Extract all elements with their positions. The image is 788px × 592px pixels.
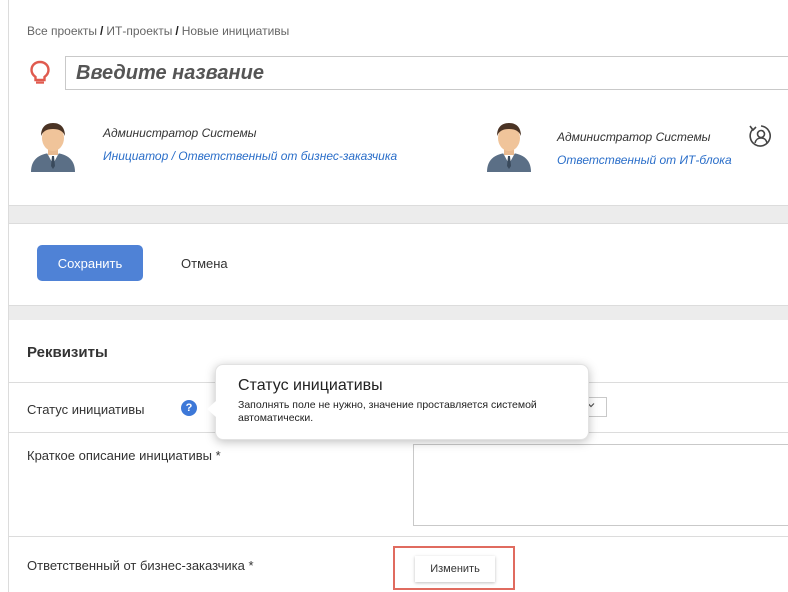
breadcrumb: Все проекты / ИТ-проекты / Новые инициативы — [27, 24, 289, 38]
it-owner-card: Администратор Системы Ответственный от И… — [483, 118, 732, 172]
initiator-role-link[interactable]: Инициатор / Ответственный от бизнес-зака… — [103, 149, 397, 163]
status-tooltip: Статус инициативы Заполнять поле не нужн… — [207, 364, 589, 440]
avatar — [487, 123, 531, 172]
divider — [9, 536, 788, 537]
save-button[interactable]: Сохранить — [37, 245, 143, 281]
section-gap — [9, 306, 788, 320]
initiative-title-input[interactable] — [65, 56, 788, 90]
tooltip-text: Заполнять поле не нужно, значение проста… — [238, 399, 537, 424]
section-gap — [9, 206, 788, 224]
short-description-field[interactable] — [413, 444, 788, 526]
breadcrumb-all-projects[interactable]: Все проекты — [27, 24, 97, 38]
tooltip-title: Статус инициативы — [238, 377, 383, 394]
it-owner-role-link[interactable]: Ответственный от ИТ-блока — [557, 153, 732, 167]
lightbulb-icon — [30, 60, 50, 84]
question-icon[interactable]: ? — [181, 400, 197, 416]
status-label: Статус инициативы — [27, 402, 145, 417]
page-frame: Все проекты / ИТ-проекты / Новые инициативы … — [8, 0, 788, 592]
breadcrumb-separator: / — [100, 24, 104, 38]
details-section: Реквизиты Статус инициативы ? Краткое оп… — [9, 320, 788, 592]
breadcrumb-it-projects[interactable]: ИТ-проекты — [106, 24, 172, 38]
avatar — [31, 123, 75, 172]
change-button[interactable]: Изменить — [415, 556, 495, 582]
change-button-highlight: Изменить — [393, 546, 515, 590]
cancel-button[interactable]: Отмена — [173, 245, 236, 281]
initiator-name: Администратор Системы — [103, 126, 257, 140]
action-bar: Сохранить Отмена — [9, 224, 788, 306]
breadcrumb-new-initiatives[interactable]: Новые инициативы — [182, 24, 290, 38]
change-user-icon[interactable] — [747, 122, 775, 150]
section-title: Реквизиты — [27, 344, 108, 361]
it-owner-name: Администратор Системы — [557, 130, 711, 144]
breadcrumb-separator: / — [175, 24, 179, 38]
short-description-label: Краткое описание инициативы * — [27, 448, 221, 463]
business-owner-label: Ответственный от бизнес-заказчика * — [27, 558, 254, 573]
initiative-header: Все проекты / ИТ-проекты / Новые инициативы … — [9, 0, 788, 206]
initiator-card: Администратор Системы Инициатор / Ответс… — [27, 118, 397, 172]
